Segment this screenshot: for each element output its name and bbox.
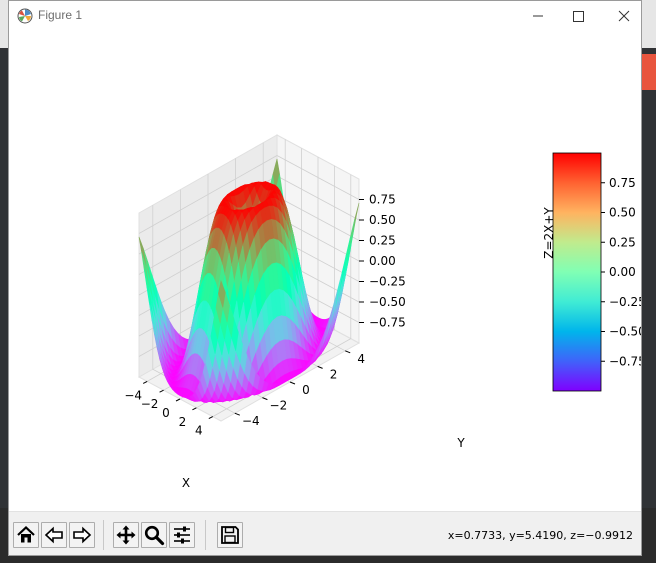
- z-tick-label: 0.00: [369, 254, 396, 268]
- y-tick: [262, 397, 268, 401]
- x-tick-label: 4: [195, 424, 203, 438]
- y-tick: [345, 350, 351, 354]
- background-app-area-left: [0, 48, 8, 508]
- close-icon: [618, 10, 630, 22]
- back-button[interactable]: [41, 522, 67, 548]
- x-tick: [192, 407, 197, 411]
- arrow-right-icon: [73, 526, 92, 544]
- matplotlib-logo-icon: [17, 8, 33, 24]
- x-tick-label: −4: [124, 388, 142, 402]
- y-tick-label: 4: [357, 352, 365, 366]
- x-tick: [159, 389, 164, 393]
- background-app-area-right: [642, 48, 656, 508]
- arrow-left-icon: [44, 526, 63, 544]
- floppy-icon: [221, 526, 239, 544]
- zoom-button[interactable]: [141, 522, 167, 548]
- x-axis-label: X: [182, 476, 190, 490]
- forward-button[interactable]: [69, 522, 95, 548]
- close-button[interactable]: [601, 1, 641, 31]
- colorbar-tick-label: 0.25: [609, 235, 636, 249]
- home-button[interactable]: [13, 522, 39, 548]
- colorbar-tick-label: 0.50: [609, 206, 636, 220]
- configure-subplots-button[interactable]: [169, 522, 195, 548]
- z-tick-label: −0.50: [369, 295, 406, 309]
- colorbar-tick-label: 0.75: [609, 176, 636, 190]
- toolbar-separator: [103, 520, 104, 550]
- z-tick-label: −0.25: [369, 275, 406, 289]
- magnifier-icon: [144, 525, 165, 546]
- y-tick: [289, 381, 296, 385]
- colorbar-ticks: 0.75 0.50 0.25 0.00 −0.25 −0.50 −0.75: [601, 176, 641, 368]
- z-tick-label: −0.75: [369, 316, 406, 330]
- x-tick-label: 2: [179, 415, 187, 429]
- move-icon: [116, 525, 136, 545]
- colorbar: [552, 152, 602, 392]
- x-tick: [208, 416, 214, 420]
- maximize-button[interactable]: [555, 1, 601, 31]
- x-tick-label: −2: [141, 397, 159, 411]
- x-tick: [175, 398, 181, 402]
- surface-plot[interactable]: −4−2024−4−2024−0.75−0.50−0.250.000.250.5…: [9, 31, 641, 511]
- y-tick: [317, 365, 323, 369]
- save-button[interactable]: [217, 522, 243, 548]
- maximize-icon: [573, 11, 584, 22]
- navigation-toolbar: x=0.7733, y=5.4190, z=−0.9912: [9, 511, 641, 555]
- x-tick: [142, 380, 148, 384]
- title-bar[interactable]: Figure 1: [9, 1, 641, 31]
- y-tick-label: −2: [270, 399, 288, 413]
- colorbar-tick-label: −0.25: [609, 295, 641, 309]
- colorbar-tick-label: −0.75: [609, 354, 641, 368]
- sliders-icon: [174, 526, 190, 544]
- y-tick-label: −4: [242, 414, 260, 428]
- toolbar-separator: [205, 520, 206, 550]
- colorbar-tick-label: 0.00: [609, 265, 636, 279]
- z-tick-label: 0.50: [369, 213, 396, 227]
- colorbar-tick-label: −0.50: [609, 325, 641, 339]
- z-tick-label: 0.75: [369, 193, 396, 207]
- x-tick-label: 0: [162, 406, 170, 420]
- figure-window: Figure 1 −4 −2 0 2 4 −4 −2 0 2 4 −0.75 −…: [8, 0, 642, 556]
- pan-button[interactable]: [113, 522, 139, 548]
- window-title: Figure 1: [38, 8, 83, 22]
- plot-canvas[interactable]: −4 −2 0 2 4 −4 −2 0 2 4 −0.75 −0.50 −0.25 0.00 0.25 0.5…: [9, 31, 641, 511]
- z-tick-label: 0.25: [369, 234, 396, 248]
- home-icon: [17, 525, 35, 543]
- background-app-badge: [642, 54, 656, 90]
- y-tick: [234, 412, 240, 416]
- y-tick-label: 0: [302, 383, 310, 397]
- y-tick-label: 2: [330, 367, 338, 381]
- y-axis-label: Y: [456, 436, 465, 450]
- cursor-coordinates-readout: x=0.7733, y=5.4190, z=−0.9912: [447, 529, 633, 542]
